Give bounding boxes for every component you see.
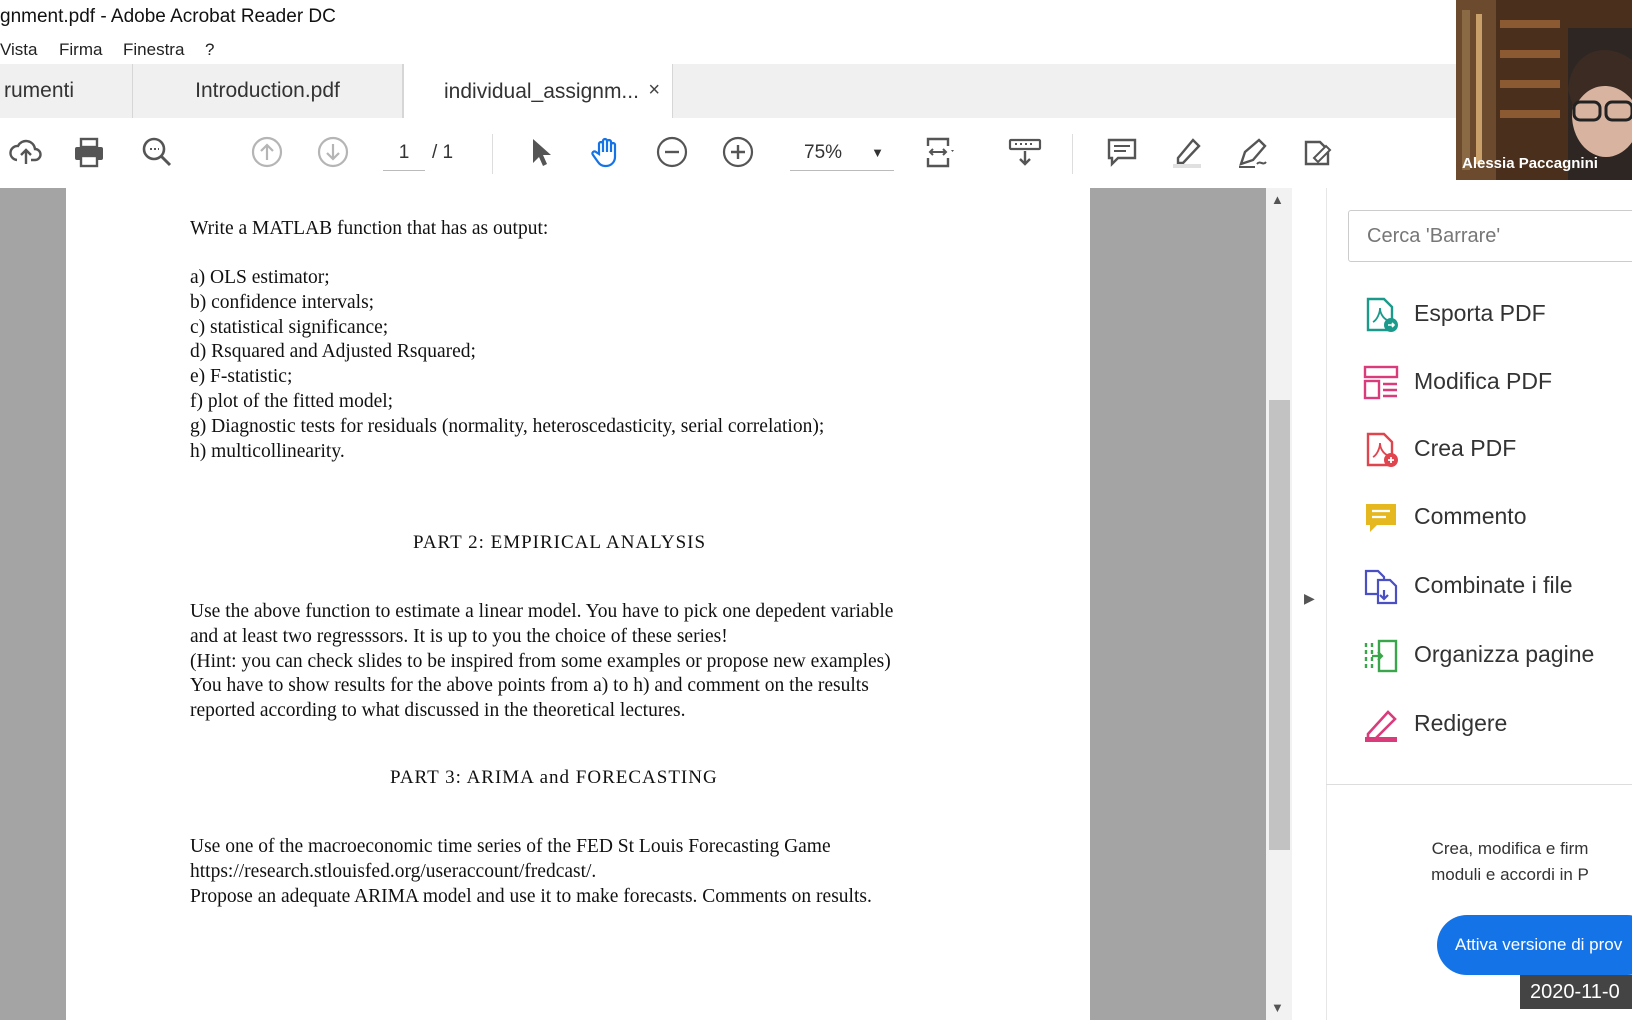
export-pdf-icon: [1366, 297, 1398, 332]
comment-icon: [1366, 504, 1396, 532]
doc-list-item: b) confidence intervals;: [190, 292, 375, 313]
combine-files-icon: [1364, 569, 1398, 605]
promo-line: moduli e accordi in P: [1431, 865, 1589, 884]
doc-paragraph-line: Use the above function to estimate a lin…: [190, 601, 894, 622]
zoom-value: 75%: [804, 142, 843, 163]
promo-text: Crea, modifica e firm moduli e accordi i…: [1370, 836, 1632, 888]
chevron-down-icon: ▼: [871, 145, 884, 160]
doc-paragraph-line: Use one of the macroeconomic time series…: [190, 836, 831, 857]
menu-bar: Vista Firma Finestra ?: [0, 34, 1632, 64]
pdf-page: Write a MATLAB function that has as outp…: [66, 188, 1090, 1020]
vertical-scrollbar[interactable]: ▲ ▼: [1266, 188, 1292, 1020]
find-icon[interactable]: [137, 132, 177, 172]
toolbar: 1 / 1 75% ▼: [0, 118, 1632, 189]
title-bar: gnment.pdf - Adobe Acrobat Reader DC: [0, 0, 1632, 34]
tools-pane: ▶ Cerca 'Barrare' Esporta PDF Modifica P…: [1292, 188, 1632, 1020]
next-page-icon[interactable]: [313, 132, 353, 172]
tools-search-input[interactable]: Cerca 'Barrare': [1348, 210, 1632, 262]
tool-label: Crea PDF: [1414, 435, 1517, 461]
participant-video: [1456, 0, 1632, 180]
menu-finestra[interactable]: Finestra: [123, 40, 184, 60]
tool-label: Commento: [1414, 503, 1527, 529]
tool-label: Redigere: [1414, 710, 1508, 736]
menu-help[interactable]: ?: [205, 40, 214, 60]
doc-link[interactable]: https://research.stlouisfed.org/useracco…: [190, 861, 596, 883]
scroll-mode-icon[interactable]: [1005, 132, 1045, 172]
promo-line: Crea, modifica e firm: [1431, 839, 1589, 858]
tool-commento[interactable]: Commento: [1362, 495, 1632, 543]
tool-crea-pdf[interactable]: Crea PDF: [1362, 427, 1632, 475]
tab-label: rumenti: [4, 79, 75, 102]
close-icon[interactable]: ×: [648, 79, 660, 102]
doc-paragraph-line: You have to show results for the above p…: [190, 675, 869, 696]
document-viewer[interactable]: Write a MATLAB function that has as outp…: [0, 188, 1266, 1020]
doc-list-item: f) plot of the fitted model;: [190, 391, 394, 412]
select-tool-icon[interactable]: [520, 132, 560, 172]
doc-list-item: g) Diagnostic tests for residuals (norma…: [190, 416, 825, 437]
zoom-in-icon[interactable]: [718, 132, 758, 172]
panel-divider: [1326, 784, 1632, 785]
doc-paragraph-line: and at least two regresssors. It is up t…: [190, 626, 728, 647]
edit-pdf-icon: [1363, 365, 1399, 400]
tool-esporta-pdf[interactable]: Esporta PDF: [1362, 292, 1632, 340]
redact-icon: [1365, 710, 1397, 742]
tab-introduction[interactable]: Introduction.pdf: [133, 64, 403, 118]
participant-name: Alessia Paccagnini: [1462, 155, 1598, 172]
tool-label: Esporta PDF: [1414, 300, 1546, 326]
hand-tool-icon[interactable]: [587, 132, 627, 172]
tool-combinate-file[interactable]: Combinate i file: [1362, 564, 1632, 612]
window-title: gnment.pdf - Adobe Acrobat Reader DC: [0, 6, 336, 27]
video-call-overlay: Alessia Paccagnini: [1456, 0, 1632, 180]
print-icon[interactable]: [69, 132, 109, 172]
search-placeholder: Cerca 'Barrare': [1367, 225, 1501, 247]
menu-vista[interactable]: Vista: [0, 40, 38, 60]
doc-list-item: d) Rsquared and Adjusted Rsquared;: [190, 341, 476, 362]
chevron-right-icon[interactable]: ▶: [1304, 590, 1315, 607]
highlight-icon[interactable]: [1167, 132, 1207, 172]
tool-redigere[interactable]: Redigere: [1362, 702, 1632, 750]
doc-paragraph-line: (Hint: you can check slides to be inspir…: [190, 651, 891, 672]
part2-heading: PART 2: EMPIRICAL ANALYSIS: [413, 532, 707, 553]
tab-label: Introduction.pdf: [195, 79, 340, 102]
trial-button[interactable]: Attiva versione di prov: [1437, 915, 1632, 975]
tool-modifica-pdf[interactable]: Modifica PDF: [1362, 360, 1632, 408]
toolbar-divider: [1072, 134, 1073, 174]
doc-list-item: h) multicollinearity.: [190, 441, 345, 462]
tool-label: Modifica PDF: [1414, 368, 1553, 394]
page-number-input[interactable]: 1: [383, 136, 425, 171]
tab-bar: rumenti Introduction.pdf individual_assi…: [0, 64, 1632, 119]
scroll-down-icon[interactable]: ▼: [1271, 1000, 1284, 1015]
doc-list-item: a) OLS estimator;: [190, 267, 330, 288]
tab-strumenti[interactable]: rumenti: [0, 64, 133, 118]
pane-collapse-handle[interactable]: ▶: [1292, 188, 1327, 1020]
doc-paragraph-line: reported according to what discussed in …: [190, 700, 686, 721]
tab-label: individual_assignm...: [444, 79, 639, 103]
tool-label: Combinate i file: [1414, 572, 1573, 598]
toolbar-divider: [492, 134, 493, 174]
previous-page-icon[interactable]: [247, 132, 287, 172]
doc-paragraph-line: Propose an adequate ARIMA model and use …: [190, 886, 872, 907]
tab-individual-assignment[interactable]: individual_assignm... ×: [403, 64, 673, 119]
page-fit-icon[interactable]: [920, 132, 960, 172]
tool-label: Organizza pagine: [1414, 641, 1595, 667]
create-pdf-icon: [1366, 432, 1398, 467]
pen-icon[interactable]: [1233, 132, 1273, 172]
zoom-select[interactable]: 75% ▼: [790, 136, 894, 171]
organize-pages-icon: [1364, 639, 1398, 673]
doc-intro: Write a MATLAB function that has as outp…: [190, 218, 549, 239]
comment-icon[interactable]: [1102, 132, 1142, 172]
menu-firma[interactable]: Firma: [59, 40, 102, 60]
cloud-upload-icon[interactable]: [6, 132, 46, 172]
timestamp-overlay: 2020-11-0: [1520, 975, 1632, 1009]
doc-list-item: c) statistical significance;: [190, 317, 389, 338]
zoom-out-icon[interactable]: [652, 132, 692, 172]
page-total: / 1: [432, 142, 454, 163]
scrollbar-thumb[interactable]: [1269, 400, 1290, 850]
tool-organizza-pagine[interactable]: Organizza pagine: [1362, 633, 1632, 681]
part3-heading: PART 3: ARIMA and FORECASTING: [390, 767, 718, 788]
doc-list-item: e) F-statistic;: [190, 366, 293, 387]
fill-sign-icon[interactable]: [1298, 132, 1338, 172]
scroll-up-icon[interactable]: ▲: [1271, 192, 1284, 207]
